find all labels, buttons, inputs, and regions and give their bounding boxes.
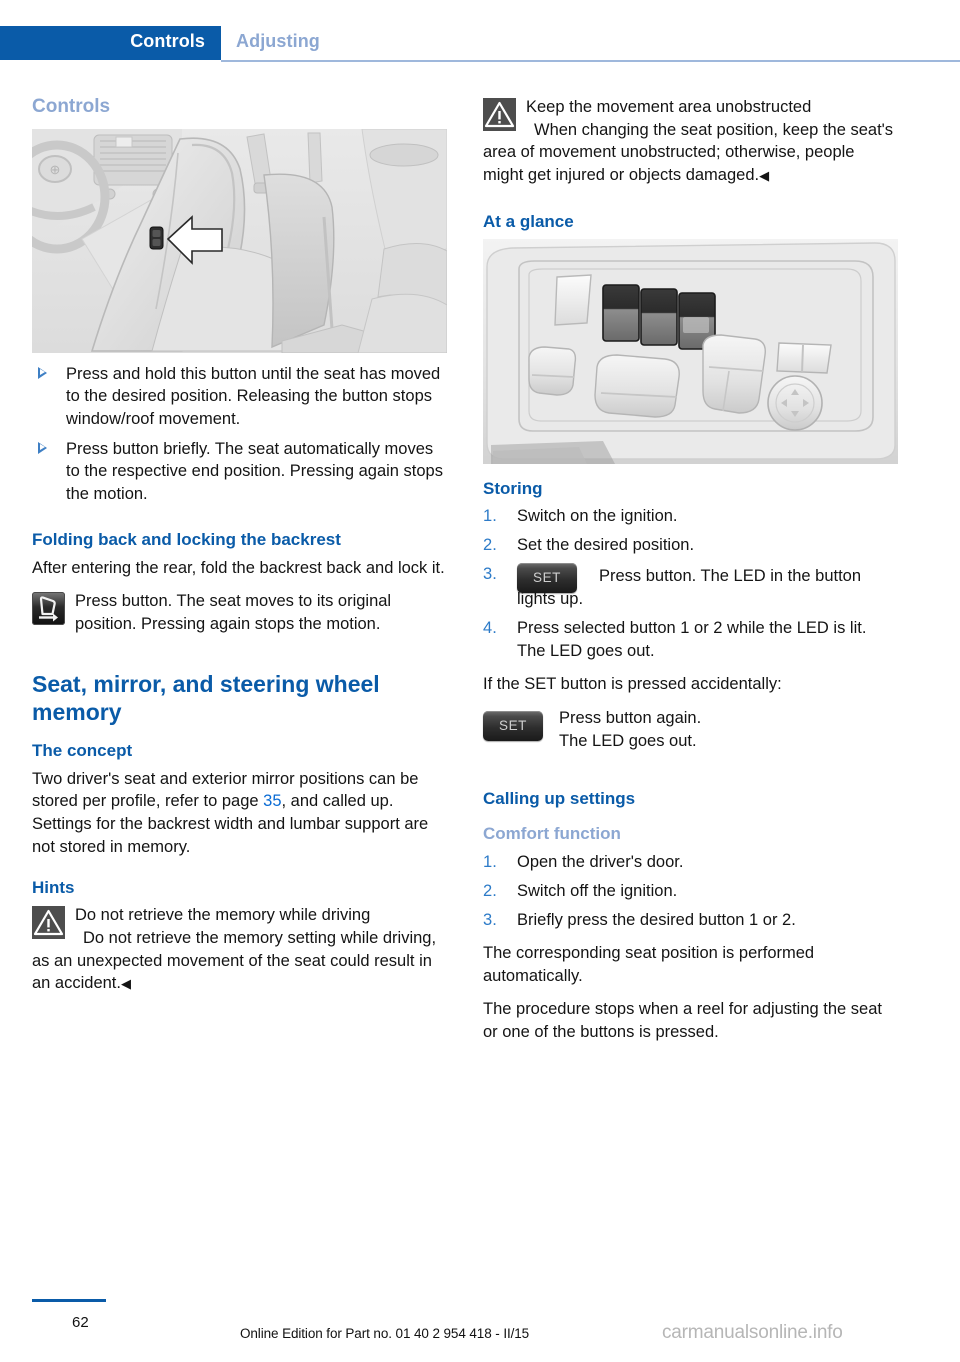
heading-calling-up-settings: Calling up settings — [483, 789, 636, 809]
heading-at-a-glance: At a glance — [483, 212, 574, 232]
comfort-note-1: The corresponding seat position is perfo… — [483, 944, 815, 985]
list-item-text: Press and hold this button until the sea… — [66, 364, 441, 428]
heading-folding-backrest: Folding back and locking the backrest — [32, 530, 341, 550]
page-reference-link[interactable]: 35 — [263, 792, 281, 810]
list-item: Open the driver's door. — [483, 851, 899, 874]
page-number: 62 — [72, 1314, 89, 1331]
warning-triangle-icon — [32, 906, 65, 940]
hints-warning-block: Do not retrieve the memory while driving… — [32, 904, 448, 994]
page-header: Controls Adjusting — [0, 0, 960, 62]
accidental-press-note: SET Press button again. The LED goes out… — [483, 707, 899, 753]
right-column: Keep the movement area unobstructed When… — [483, 96, 899, 1054]
list-item: Set the desired position. — [483, 534, 899, 557]
button-behavior-list: Press and hold this button until the sea… — [32, 363, 448, 506]
triangle-bullet-icon — [38, 441, 47, 454]
list-item: Press and hold this button until the sea… — [32, 363, 448, 431]
tab-controls[interactable]: Controls — [0, 26, 221, 60]
folding-intro-text: After entering the rear, fold the backre… — [32, 558, 445, 577]
step-text: Briefly press the desired button 1 or 2. — [517, 910, 796, 929]
concept-paragraph: Two driver's seat and exterior mirror po… — [32, 768, 448, 858]
set-button-icon[interactable]: SET — [483, 711, 543, 742]
warning-triangle-icon — [483, 98, 516, 131]
tab-adjusting-label[interactable]: Adjusting — [236, 31, 320, 52]
heading-the-concept: The concept — [32, 741, 133, 761]
accidental-line-2: The LED goes out. — [559, 732, 697, 751]
list-item: SET Press button. The LED in the button … — [483, 563, 899, 611]
svg-text:⊕: ⊕ — [50, 162, 61, 177]
list-item: Briefly press the desired button 1 or 2. — [483, 909, 899, 932]
heading-seat-mirror-memory: Seat, mirror, and steering wheel memory — [32, 671, 380, 726]
step-text: Press selected button 1 or 2 while the L… — [517, 619, 867, 661]
hints-warning-body: Do not retrieve the memory setting while… — [32, 928, 437, 993]
seat-control-panel-figure — [483, 238, 898, 464]
list-item: Press button briefly. The seat automatic… — [32, 438, 448, 506]
step-text: Set the desired position. — [517, 535, 695, 554]
set-button-icon[interactable]: SET — [517, 563, 577, 594]
triangle-bullet-icon — [38, 366, 47, 379]
car-interior-figure: ⊕ — [32, 128, 447, 353]
hints-endmark: ◀ — [120, 976, 131, 992]
movement-warning-title: Keep the movement area unobstructed — [526, 98, 812, 116]
hints-warning-title: Do not retrieve the memory while driving — [75, 906, 371, 925]
left-column: Controls ⊕ Press and hold this button un… — [32, 96, 448, 1006]
folding-note-text: Press button. The seat moves to its orig… — [75, 592, 392, 633]
accidental-line-1: Press button again. — [559, 709, 702, 728]
movement-warning-body: When changing the seat position, keep th… — [483, 120, 894, 184]
storing-steps-list: Switch on the ignition. Set the desired … — [483, 505, 899, 664]
movement-warning-endmark: ◀ — [759, 167, 770, 183]
page-heading: Controls — [32, 96, 111, 117]
heading-storing: Storing — [483, 478, 543, 498]
list-item: Press selected button 1 or 2 while the L… — [483, 617, 899, 663]
accidental-press-text: If the SET button is pressed accidentall… — [483, 675, 782, 694]
step-set-wrapper: SET Press button. The LED in the button … — [517, 563, 899, 611]
watermark-text: carmanualsonline.info — [662, 1322, 843, 1343]
heading-hints: Hints — [32, 878, 75, 898]
folding-note: Press button. The seat moves to its orig… — [32, 590, 448, 635]
list-item: Switch off the ignition. — [483, 880, 899, 903]
list-item-text: Press button briefly. The seat automatic… — [66, 439, 443, 503]
step-text: Switch off the ignition. — [517, 881, 678, 900]
step-text: Open the driver's door. — [517, 852, 684, 871]
step-text: Switch on the ignition. — [517, 506, 678, 525]
list-item: Switch on the ignition. — [483, 505, 899, 528]
comfort-note-2: The procedure stops when a reel for adju… — [483, 1000, 882, 1041]
comfort-steps-list: Open the driver's door. Switch off the i… — [483, 851, 899, 932]
header-divider — [221, 60, 960, 62]
seat-fold-button-icon — [32, 592, 65, 626]
movement-area-warning-block: Keep the movement area unobstructed When… — [483, 96, 899, 186]
footer-edition-text: Online Edition for Part no. 01 40 2 954 … — [240, 1326, 530, 1341]
heading-comfort-function: Comfort function — [483, 824, 621, 844]
footer-divider — [32, 1299, 106, 1302]
tab-controls-label: Controls — [130, 31, 205, 51]
